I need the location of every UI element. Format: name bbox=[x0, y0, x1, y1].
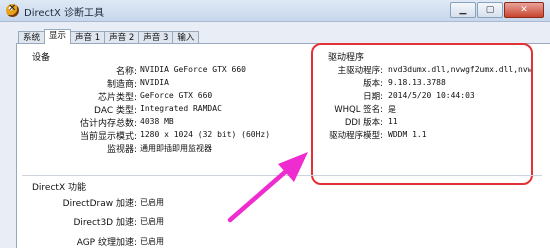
chip-type-value: GeForce GTX 660 bbox=[140, 91, 213, 100]
agp-label: AGP 纹理加速: bbox=[76, 238, 137, 248]
annotation-arrow-icon bbox=[227, 152, 308, 223]
memory-label: 估计内存总数: bbox=[79, 119, 137, 129]
directx-icon bbox=[6, 3, 19, 17]
window-title: DirectX 诊断工具 bbox=[24, 8, 104, 19]
close-icon[interactable]: ✕ bbox=[504, 2, 544, 18]
tab-bar: 系统 显示 声音 1 声音 2 声音 3 输入 bbox=[18, 29, 200, 44]
device-name-label: 名称: bbox=[115, 67, 137, 77]
directdraw-label: DirectDraw 加速: bbox=[62, 199, 137, 209]
minimize-icon[interactable]: ▁ bbox=[450, 2, 476, 18]
monitor-value: 通用即插即用监视器 bbox=[140, 144, 212, 153]
device-section-title: 设备 bbox=[32, 53, 51, 63]
dac-type-value: Integrated RAMDAC bbox=[140, 104, 222, 113]
directdraw-value: 已启用 bbox=[140, 198, 164, 207]
tab-display[interactable]: 显示 bbox=[44, 29, 72, 44]
driver-highlight-box bbox=[311, 43, 533, 185]
device-name-value: NVIDIA GeForce GTX 660 bbox=[140, 65, 246, 74]
title-bar: DirectX 诊断工具 ▁ ▢ ✕ bbox=[0, 0, 550, 22]
manufacturer-label: 制造商: bbox=[106, 80, 137, 90]
direct3d-label: Direct3D 加速: bbox=[73, 218, 138, 228]
monitor-label: 监视器: bbox=[106, 145, 137, 155]
agp-value: 已启用 bbox=[140, 237, 164, 246]
maximize-icon[interactable]: ▢ bbox=[477, 2, 503, 18]
memory-value: 4038 MB bbox=[140, 117, 174, 126]
dac-type-label: DAC 类型: bbox=[94, 106, 137, 116]
chip-type-label: 芯片类型: bbox=[97, 93, 137, 103]
display-mode-value: 1280 x 1024 (32 bit) (60Hz) bbox=[140, 130, 271, 139]
display-mode-label: 当前显示模式: bbox=[79, 132, 137, 142]
directx-section-title: DirectX 功能 bbox=[32, 183, 86, 193]
manufacturer-value: NVIDIA bbox=[140, 78, 169, 87]
direct3d-value: 已启用 bbox=[140, 217, 164, 226]
window-controls: ▁ ▢ ✕ bbox=[449, 2, 544, 18]
